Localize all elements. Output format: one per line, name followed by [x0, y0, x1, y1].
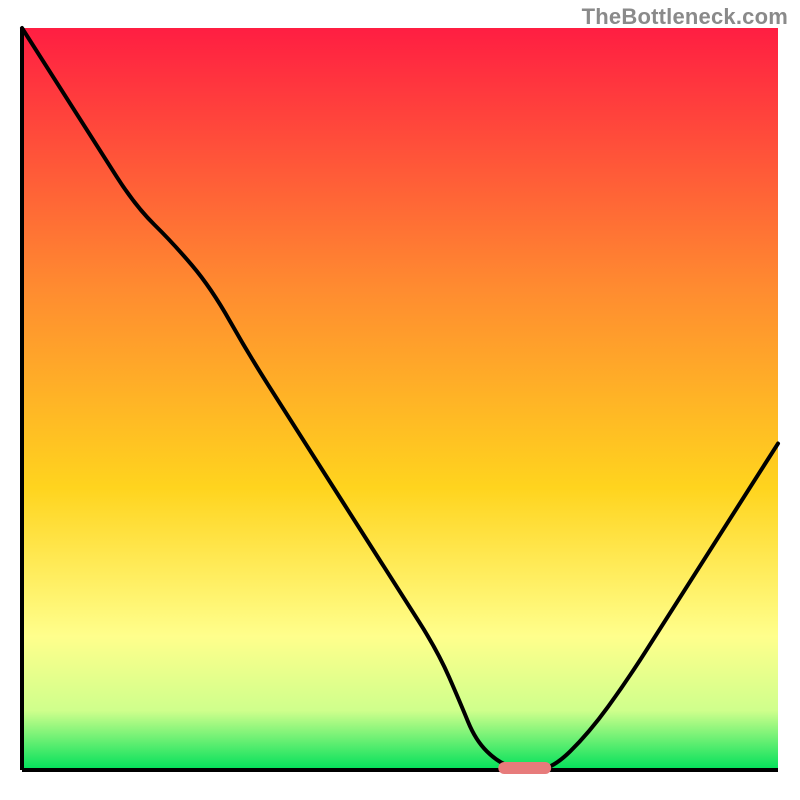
- watermark-text: TheBottleneck.com: [582, 4, 788, 30]
- plot-background: [22, 28, 778, 770]
- optimal-marker: [498, 762, 551, 774]
- bottleneck-chart: [0, 0, 800, 800]
- chart-container: { "watermark": "TheBottleneck.com", "col…: [0, 0, 800, 800]
